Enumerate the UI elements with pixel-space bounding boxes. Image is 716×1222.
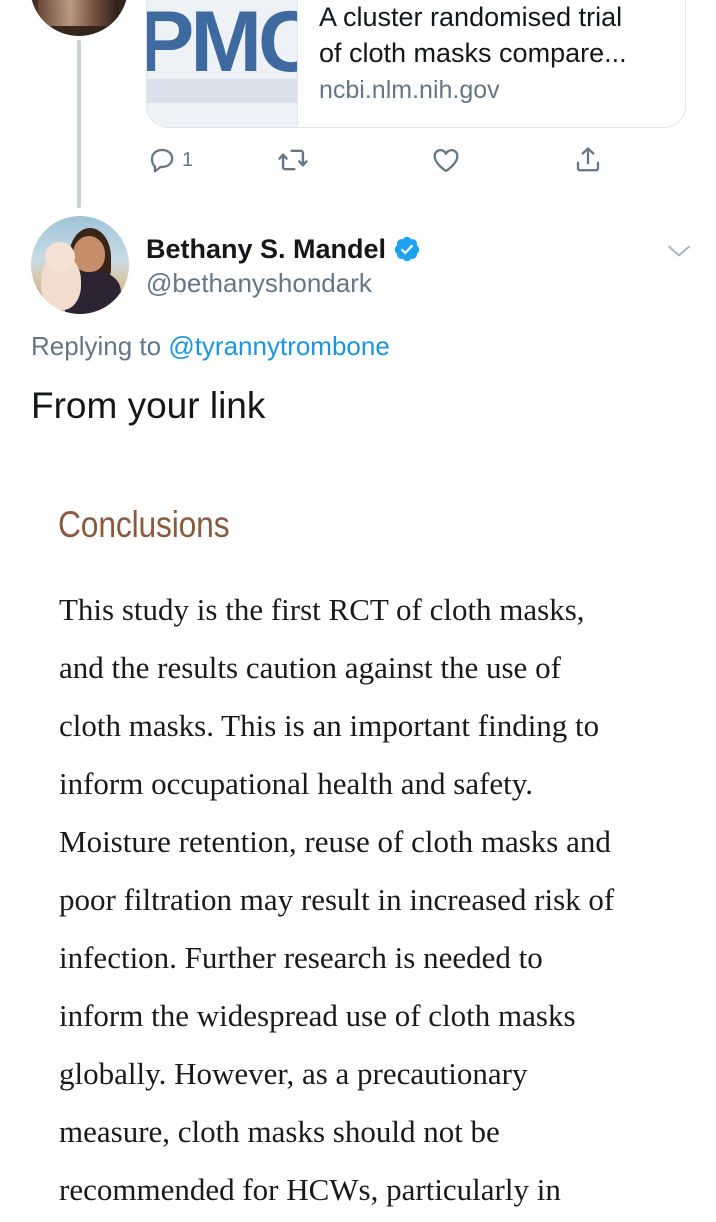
excerpt-line: and the results caution against the use … <box>59 650 561 685</box>
author-handle[interactable]: @bethanyshondark <box>146 266 372 300</box>
excerpt-line: recommended for HCWs, particularly in <box>59 1172 561 1207</box>
share-icon <box>576 147 600 172</box>
excerpt-body: This study is the first RCT of cloth mas… <box>59 584 699 1222</box>
tweet-action-bar: 1 <box>146 140 616 180</box>
thread-connector-line <box>77 40 81 208</box>
replying-to-line: Replying to @tyrannytrombone <box>31 328 390 364</box>
pmc-logo: PMC <box>147 0 297 90</box>
excerpt-line: inform the widespread use of cloth masks <box>59 998 576 1033</box>
verified-badge-icon <box>394 236 420 262</box>
tweet-text: From your link <box>31 385 266 426</box>
link-preview-body: A cluster randomised trial of cloth mask… <box>319 0 669 107</box>
replying-to-prefix: Replying to <box>31 331 169 361</box>
retweet-button[interactable] <box>276 140 310 180</box>
avatar-photo-baby-head <box>45 242 75 272</box>
excerpt-line: cloth masks. This is an important findin… <box>59 708 600 743</box>
previous-tweet-avatar[interactable] <box>30 0 128 36</box>
excerpt-heading: Conclusions <box>58 504 230 545</box>
replying-to-mention-link[interactable]: @tyrannytrombone <box>168 331 390 361</box>
link-preview-thumbnail: PMC <box>147 0 298 127</box>
reply-count: 1 <box>182 148 194 171</box>
link-preview-title: A cluster randomised trial of cloth mask… <box>319 2 627 68</box>
excerpt-line: measure, cloth masks should not be <box>59 1114 500 1149</box>
excerpt-line: Moisture retention, reuse of cloth masks… <box>59 824 611 859</box>
retweet-icon <box>278 149 308 171</box>
share-button[interactable] <box>572 140 604 180</box>
excerpt-line: infection. Further research is needed to <box>59 940 543 975</box>
chevron-down-icon[interactable] <box>664 236 694 266</box>
reply-icon <box>150 148 174 173</box>
excerpt-line: inform occupational health and safety. <box>59 766 534 801</box>
reply-button[interactable]: 1 <box>146 140 193 180</box>
excerpt-line: poor filtration may result in increased … <box>59 882 615 917</box>
author-avatar[interactable] <box>31 216 129 314</box>
like-button[interactable] <box>430 140 462 180</box>
like-icon <box>433 148 459 173</box>
author-name-row[interactable]: Bethany S. Mandel <box>146 232 421 266</box>
excerpt-line: globally. However, as a precautionary <box>59 1056 528 1091</box>
author-display-name[interactable]: Bethany S. Mandel <box>146 232 386 266</box>
excerpt-line: This study is the first RCT of cloth mas… <box>59 592 585 627</box>
link-preview-card[interactable]: PMC A cluster randomised trial of cloth … <box>146 0 686 128</box>
link-preview-domain: ncbi.nlm.nih.gov <box>319 76 500 104</box>
